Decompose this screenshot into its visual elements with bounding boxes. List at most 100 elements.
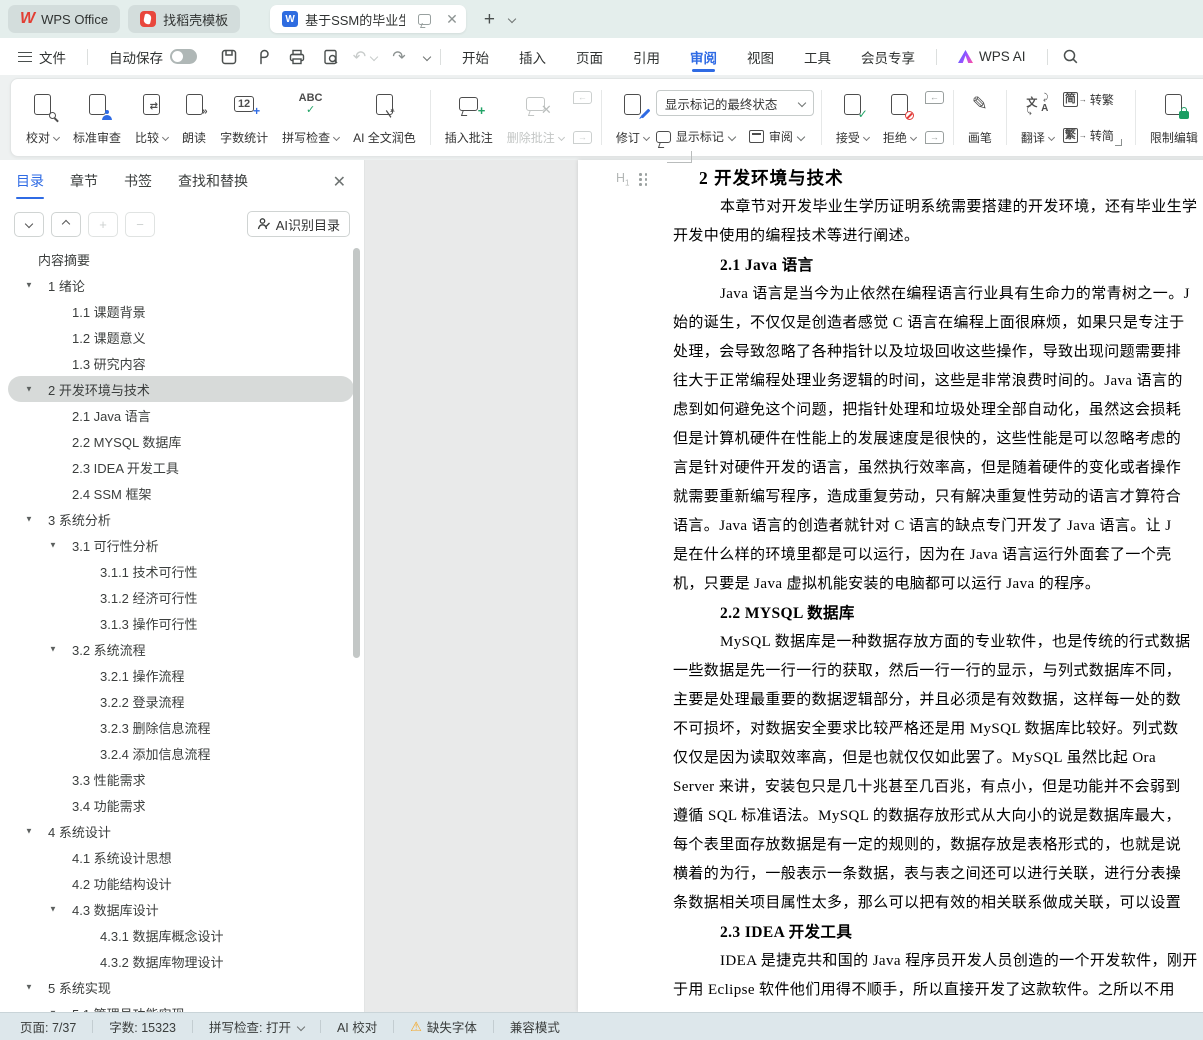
toc-item[interactable]: ▼ 3.2.1 操作流程 <box>8 662 354 688</box>
toc-item[interactable]: ▼ 4.2 功能结构设计 <box>8 870 354 896</box>
spell-check-indicator[interactable]: 拼写检查: 打开 <box>193 1017 320 1036</box>
group-expand-icon[interactable] <box>1114 139 1122 146</box>
toc-arrow-icon[interactable]: ▼ <box>49 905 57 914</box>
reject-button[interactable]: 拒绝 <box>876 84 923 151</box>
toc-arrow-icon[interactable]: ▼ <box>49 541 57 550</box>
delete-comment-button[interactable]: ✕ 删除批注 <box>500 84 571 151</box>
autosave-toggle[interactable] <box>170 49 197 64</box>
to-traditional-button[interactable]: 简 → 转繁 <box>1062 91 1114 108</box>
undo-chevron-icon[interactable] <box>369 52 379 61</box>
toc-arrow-icon[interactable]: ▼ <box>25 827 33 836</box>
previous-comment-icon[interactable]: ← <box>572 91 592 104</box>
tab-chapters[interactable]: 章节 <box>70 171 98 193</box>
collapse-button[interactable]: − <box>125 211 155 237</box>
menu-item-tools[interactable]: 工具 <box>798 38 837 75</box>
close-sidebar-icon[interactable]: ✕ <box>333 172 346 192</box>
menu-item-review[interactable]: 审阅 <box>684 38 723 75</box>
toc-arrow-icon[interactable]: ▼ <box>49 645 57 654</box>
previous-change-icon[interactable]: ← <box>924 91 944 104</box>
print-preview-button[interactable] <box>314 48 348 66</box>
toc-item[interactable]: ▼ 3.2.3 删除信息流程 <box>8 714 354 740</box>
accept-button[interactable]: ✓ 接受 <box>829 84 876 151</box>
tab-docer-templates[interactable]: 找稻壳模板 <box>128 5 241 33</box>
next-comment-icon[interactable]: → <box>572 131 592 144</box>
print-button[interactable] <box>280 48 314 66</box>
spell-check-button[interactable]: ABC ✓ 拼写检查 <box>275 84 346 151</box>
quickbar-chevron-icon[interactable] <box>422 52 432 61</box>
wps-ai-button[interactable]: WPS AI <box>952 38 1032 75</box>
heading-handle[interactable]: H1 <box>616 171 648 188</box>
toc-item[interactable]: ▼ 1.1 课题背景 <box>8 298 354 324</box>
toc-arrow-icon[interactable]: ▼ <box>25 281 33 290</box>
redo-button[interactable]: ↷ <box>382 47 416 67</box>
toc-item[interactable]: ▼ 3.3 性能需求 <box>8 766 354 792</box>
pen-button[interactable]: ✎ 画笔 <box>961 84 999 151</box>
page-indicator[interactable]: 页面: 7/37 <box>20 1017 92 1036</box>
show-markup-button[interactable]: 显示标记 <box>655 128 737 145</box>
tab-document[interactable]: W 基于SSM的毕业生学历证明系 ✕ <box>270 5 466 33</box>
compat-mode-indicator[interactable]: 兼容模式 <box>494 1017 576 1036</box>
chat-bubble-icon[interactable] <box>418 13 432 25</box>
ai-proofread-indicator[interactable]: AI 校对 <box>321 1017 393 1036</box>
missing-font-indicator[interactable]: ⚠ 缺失字体 <box>394 1017 493 1036</box>
export-pdf-button[interactable] <box>246 48 280 66</box>
search-button[interactable] <box>1054 48 1088 65</box>
word-count-button[interactable]: 12 + 字数统计 <box>213 84 275 151</box>
toc-item[interactable]: ▼ 2.1 Java 语言 <box>8 402 354 428</box>
document-text[interactable]: 2 开发环境与技术 本章节对开发毕业生学历证明系统需要搭建的开发环境，还有毕业生学… <box>673 164 1203 1005</box>
markup-state-select[interactable]: 显示标记的最终状态 <box>655 90 814 116</box>
menu-item-view[interactable]: 视图 <box>741 38 780 75</box>
menu-item-home[interactable]: 开始 <box>456 38 495 75</box>
drag-handle-icon[interactable] <box>639 173 648 186</box>
menu-item-page[interactable]: 页面 <box>570 38 609 75</box>
toc-item[interactable]: ▼ 2.2 MYSQL 数据库 <box>8 428 354 454</box>
expand-button[interactable]: + <box>88 211 118 237</box>
toc-item[interactable]: ▼ 4.1 系统设计思想 <box>8 844 354 870</box>
proofread-button[interactable]: 校对 <box>19 84 66 151</box>
word-count-indicator[interactable]: 字数: 15323 <box>93 1017 192 1036</box>
document-page[interactable]: H1 2 开发环境与技术 本章节对开发毕业生学历证明系统需要搭建的开发环境，还有毕… <box>578 151 1203 1012</box>
restrict-editing-button[interactable]: 限制编辑 <box>1143 84 1203 151</box>
file-menu[interactable]: 文件 <box>12 38 72 75</box>
toc-item[interactable]: ▼ 3.1.2 经济可行性 <box>8 584 354 610</box>
toc-item[interactable]: ▼ 4.3.2 数据库物理设计 <box>8 948 354 974</box>
toc-item[interactable]: ▼ 4 系统设计 <box>8 818 354 844</box>
insert-comment-button[interactable]: + 插入批注 <box>438 84 500 151</box>
tab-toc[interactable]: 目录 <box>16 171 44 199</box>
toc-item[interactable]: ▼ 3 系统分析 <box>8 506 354 532</box>
toc-item[interactable]: ▼ 3.2 系统流程 <box>8 636 354 662</box>
track-changes-button[interactable]: 修订 <box>609 84 656 151</box>
toc-item[interactable]: ▼ 2.4 SSM 框架 <box>8 480 354 506</box>
toc-arrow-icon[interactable]: ▼ <box>25 983 33 992</box>
toc-item[interactable]: ▼ 1.3 研究内容 <box>8 350 354 376</box>
tab-list-chevron-icon[interactable] <box>507 14 517 24</box>
toc-item[interactable]: ▼ 3.1.1 技术可行性 <box>8 558 354 584</box>
next-change-icon[interactable]: → <box>924 131 944 144</box>
toc-item[interactable]: ▼ 4.3 数据库设计 <box>8 896 354 922</box>
read-aloud-button[interactable]: » 朗读 <box>175 84 213 151</box>
toc-item[interactable]: ▼ 1 绪论 <box>8 272 354 298</box>
tab-bookmarks[interactable]: 书签 <box>124 171 152 193</box>
toc-item[interactable]: ▼ 2 开发环境与技术 <box>8 376 354 402</box>
translate-button[interactable]: 文 ⤸ A ⤹ 翻译 <box>1014 84 1061 151</box>
toc-item[interactable]: ▼ 5.1 管理员功能实现 <box>8 1000 354 1013</box>
toc-item[interactable]: ▼ 5 系统实现 <box>8 974 354 1000</box>
toc-item[interactable]: ▼ 4.3.1 数据库概念设计 <box>8 922 354 948</box>
previous-heading-button[interactable] <box>51 211 81 237</box>
toc-item[interactable]: ▼ 3.2.4 添加信息流程 <box>8 740 354 766</box>
tab-find-replace[interactable]: 查找和替换 <box>178 171 248 193</box>
to-simplified-button[interactable]: 繁 → 转简 <box>1062 127 1114 144</box>
sidebar-scrollbar-thumb[interactable] <box>353 248 360 658</box>
close-tab-icon[interactable]: ✕ <box>446 12 458 26</box>
review-pane-button[interactable]: 审阅 <box>748 128 806 145</box>
toc-arrow-icon[interactable]: ▼ <box>25 515 33 524</box>
menu-item-insert[interactable]: 插入 <box>513 38 552 75</box>
next-heading-button[interactable] <box>14 211 44 237</box>
toc-item[interactable]: ▼ 内容摘要 <box>8 246 354 272</box>
menu-item-membership[interactable]: 会员专享 <box>855 38 921 75</box>
menu-item-reference[interactable]: 引用 <box>627 38 666 75</box>
toc-item[interactable]: ▼ 3.2.2 登录流程 <box>8 688 354 714</box>
autosave-control[interactable]: 自动保存 <box>103 38 203 75</box>
toc-item[interactable]: ▼ 3.1 可行性分析 <box>8 532 354 558</box>
toc-item[interactable]: ▼ 2.3 IDEA 开发工具 <box>8 454 354 480</box>
